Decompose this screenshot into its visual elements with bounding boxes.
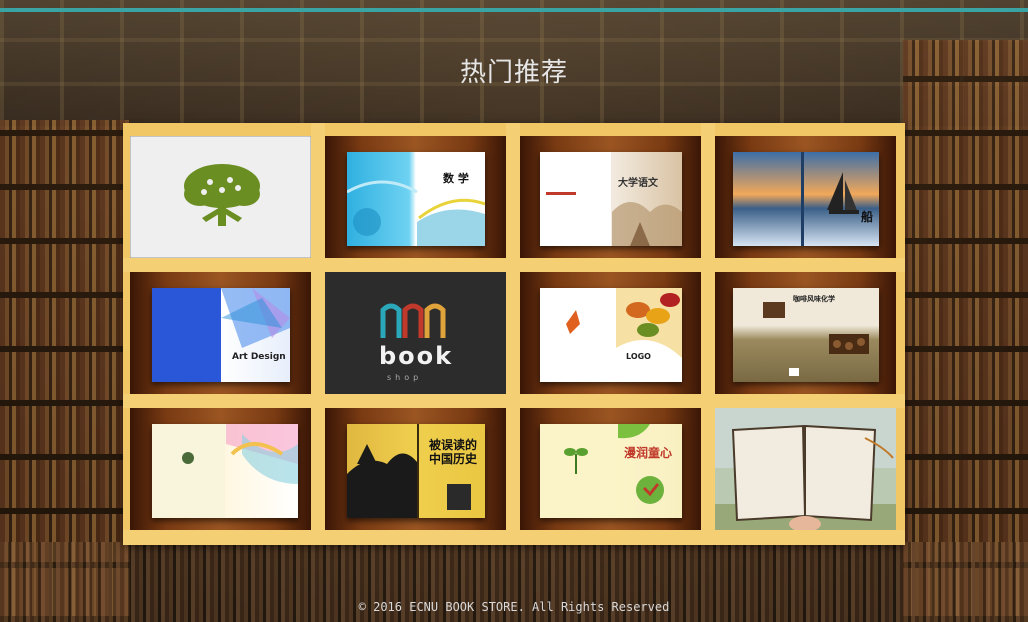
- cover-title: LOGO: [626, 352, 651, 361]
- open-notebook-photo: [715, 408, 896, 530]
- background-bookshelves-right: [903, 40, 1028, 622]
- footer-copyright: © 2016 ECNU BOOK STORE. All Rights Reser…: [358, 600, 670, 614]
- book-cover: 被误读的中国历史: [347, 424, 485, 518]
- bookshelf-grid: 数 学 大学语文 船 Art Design shop book LOGO 咖啡风…: [123, 123, 905, 545]
- book-cover: Art Design: [152, 288, 290, 382]
- book-tile[interactable]: 数 学: [325, 136, 506, 258]
- book-shop-logo-icon: shop: [325, 272, 506, 394]
- cover-title: 咖啡风味化学: [793, 295, 835, 303]
- book-cover: LOGO: [540, 288, 682, 382]
- book-cover: 船: [733, 152, 879, 246]
- cover-title: 被误读的中国历史: [429, 438, 478, 466]
- book-tile[interactable]: 大学语文: [520, 136, 701, 258]
- book-cover: [152, 424, 298, 518]
- book-tile[interactable]: 船: [715, 136, 896, 258]
- book-tile[interactable]: [715, 408, 896, 530]
- cover-title: book: [379, 342, 454, 370]
- book-cover: 数 学: [347, 152, 485, 246]
- book-tile[interactable]: LOGO: [520, 272, 701, 394]
- pastel-cover-art: [182, 424, 298, 484]
- cover-title: 大学语文: [618, 178, 658, 189]
- book-tile[interactable]: Art Design: [130, 272, 311, 394]
- book-tile[interactable]: 漫润童心: [520, 408, 701, 530]
- book-tile[interactable]: [130, 136, 311, 258]
- tree-logo-icon: [130, 136, 311, 258]
- svg-text:shop: shop: [387, 373, 422, 382]
- cover-title: 数 学: [443, 172, 469, 185]
- autumn-leaves-art: [566, 288, 682, 358]
- math-cover-art: [347, 180, 485, 246]
- book-cover: 大学语文: [540, 152, 682, 246]
- book-cover: 漫润童心: [540, 424, 682, 518]
- book-tile[interactable]: shop book: [325, 272, 506, 394]
- art-design-cover-art: [221, 288, 290, 348]
- cover-title: 船: [861, 210, 874, 224]
- ink-landscape-art: [546, 192, 682, 246]
- shelf-post: [506, 123, 520, 545]
- cover-title: 漫润童心: [624, 446, 673, 460]
- book-tile[interactable]: 被误读的中国历史: [325, 408, 506, 530]
- page-title: 热门推荐: [459, 58, 568, 88]
- book-tile[interactable]: [130, 408, 311, 530]
- book-tile[interactable]: 咖啡风味化学: [715, 272, 896, 394]
- sprout-art: [564, 424, 664, 504]
- cover-title: Art Design: [232, 352, 286, 362]
- shelf-post: [311, 123, 325, 545]
- shelf-post: [701, 123, 715, 545]
- sailboat-art: [801, 152, 859, 246]
- top-accent-bar: [0, 8, 1028, 12]
- book-cover: 咖啡风味化学: [733, 288, 879, 382]
